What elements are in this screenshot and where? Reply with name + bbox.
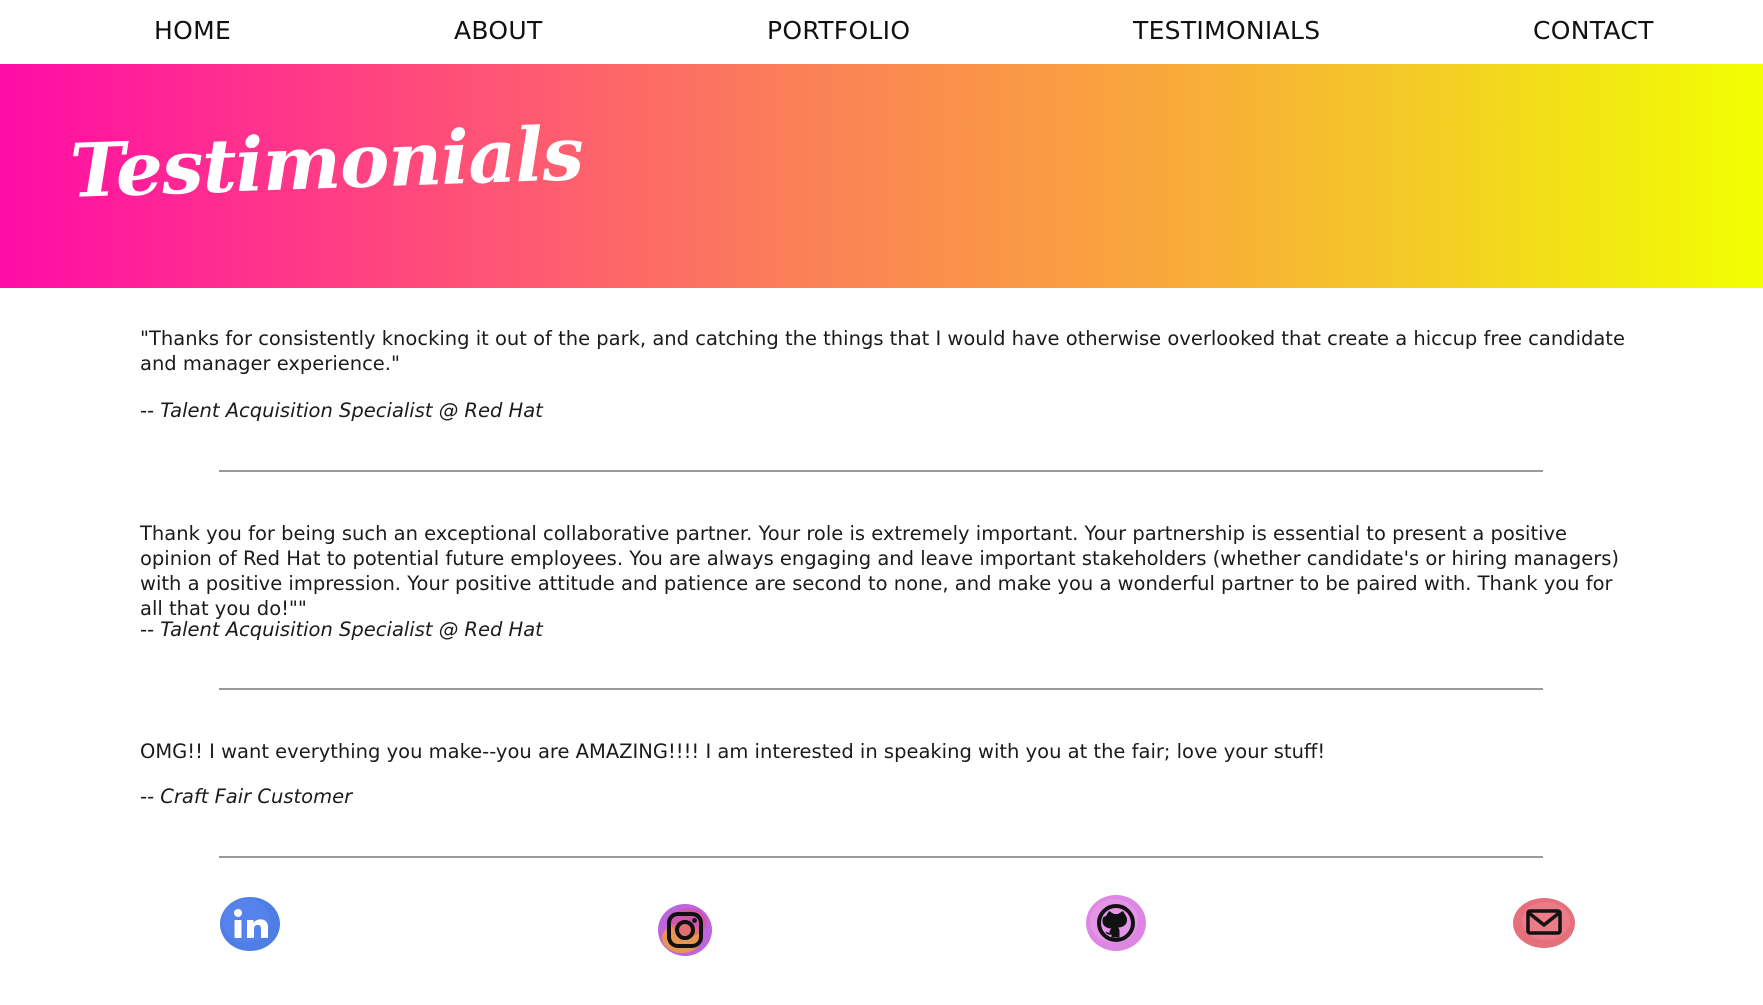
divider <box>219 688 1543 690</box>
github-icon <box>1086 895 1146 951</box>
testimonial-quote: OMG!! I want everything you make--you ar… <box>140 740 1326 763</box>
testimonial-author: -- Craft Fair Customer <box>140 785 353 808</box>
top-nav: HOME ABOUT PORTFOLIO TESTIMONIALS CONTAC… <box>0 0 1763 64</box>
instagram-link[interactable] <box>653 898 717 958</box>
nav-about-link[interactable]: ABOUT <box>454 16 543 45</box>
testimonial-author: -- Talent Acquisition Specialist @ Red H… <box>140 399 543 422</box>
divider <box>219 856 1543 858</box>
testimonial-quote: Thank you for being such an exceptional … <box>140 522 1620 620</box>
testimonial-author: -- Talent Acquisition Specialist @ Red H… <box>140 618 543 641</box>
nav-testimonials-link[interactable]: TESTIMONIALS <box>1133 16 1320 45</box>
testimonial-quote: "Thanks for consistently knocking it out… <box>140 327 1625 375</box>
hero-banner: Testimonials <box>0 64 1763 288</box>
email-link[interactable] <box>1512 893 1576 953</box>
github-link[interactable] <box>1084 893 1148 953</box>
divider <box>219 470 1543 472</box>
email-icon <box>1513 898 1575 948</box>
linkedin-link[interactable] <box>218 893 282 953</box>
nav-portfolio-link[interactable]: PORTFOLIO <box>767 16 910 45</box>
nav-home-link[interactable]: HOME <box>154 16 231 45</box>
instagram-icon <box>658 904 712 956</box>
page-title: Testimonials <box>68 111 585 215</box>
linkedin-icon <box>220 897 280 951</box>
nav-contact-link[interactable]: CONTACT <box>1533 16 1654 45</box>
